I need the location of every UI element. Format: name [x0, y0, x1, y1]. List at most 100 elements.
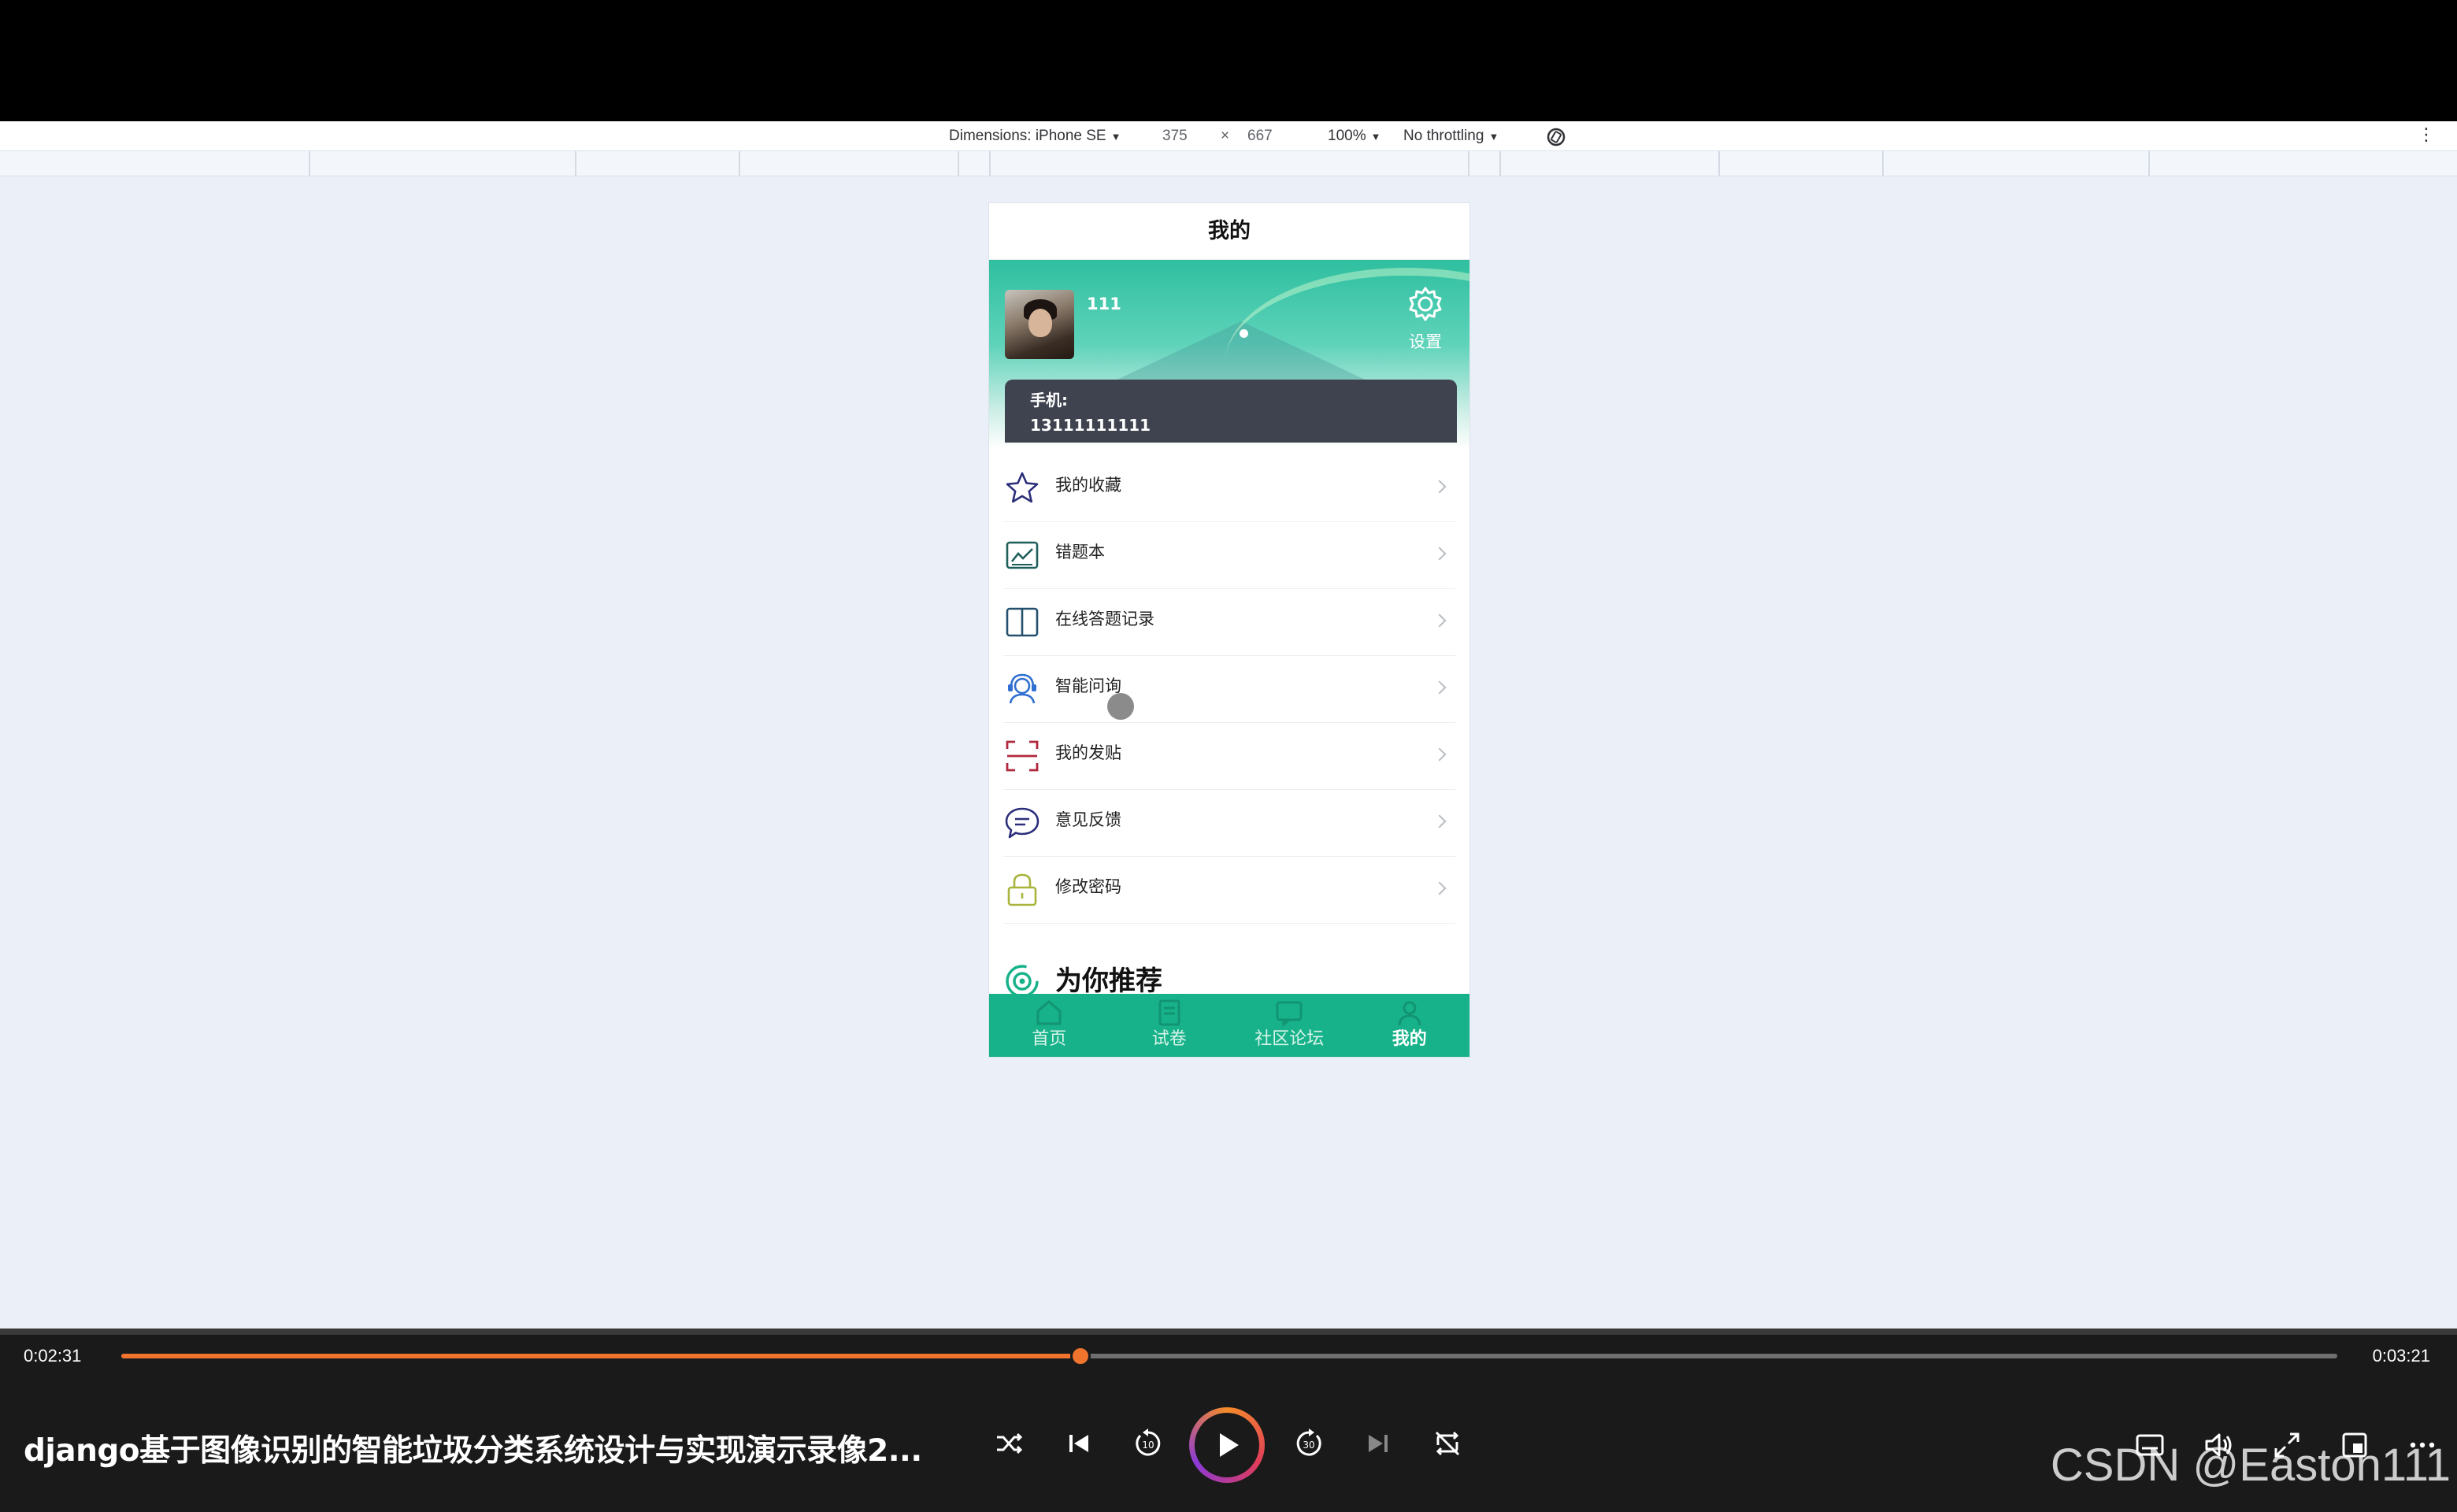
gear-icon — [1409, 287, 1442, 321]
phone-label: 手机: — [1030, 391, 1068, 410]
phone-value: 13111111111 — [1030, 416, 1151, 435]
header-star-decoration — [1240, 329, 1248, 338]
menu-item-my-posts[interactable]: 我的发贴 — [1003, 723, 1455, 790]
profile-header: 111 设置 手机: 13111111111 — [989, 260, 1469, 449]
mouse-cursor — [1107, 693, 1134, 720]
height-input[interactable]: 667 — [1247, 121, 1273, 151]
previous-button[interactable] — [1057, 1421, 1101, 1466]
forward-label: 30 — [1303, 1440, 1314, 1451]
support-agent-icon — [1008, 673, 1036, 704]
rewind-10-button[interactable]: 10 — [1126, 1421, 1170, 1466]
phone-info-card: 手机: 13111111111 — [1005, 380, 1457, 443]
menu-item-label: 我的发贴 — [1055, 743, 1121, 762]
rewind-label: 10 — [1142, 1440, 1154, 1451]
settings-label: 设置 — [1409, 332, 1442, 351]
ruler-tick — [739, 151, 740, 176]
player-top-border — [0, 1329, 2457, 1335]
play-button-inner — [1195, 1413, 1259, 1477]
skip-next-icon — [1369, 1435, 1388, 1452]
menu-item-label: 修改密码 — [1055, 877, 1121, 896]
bottom-tab-bar: 首页 试卷 社区论坛 我的 — [989, 994, 1469, 1057]
phone-screen: 我的 111 设置 手机: 13111111111 我的收藏 错题本 在线答题记… — [989, 203, 1469, 1057]
ruler-tick — [2148, 151, 2150, 176]
lock-icon — [1007, 873, 1037, 906]
star-icon — [1006, 472, 1039, 503]
ruler-tick — [1468, 151, 1469, 176]
menu-item-label: 我的收藏 — [1055, 476, 1121, 495]
menu-item-smart-inquiry[interactable]: 智能问询 — [1003, 656, 1455, 723]
paper-icon — [1158, 999, 1180, 1026]
current-time: 0:02:31 — [24, 1346, 82, 1366]
scan-icon — [1006, 740, 1039, 772]
ruler-tick — [309, 151, 310, 176]
zoom-dropdown[interactable]: 100% ▼ — [1328, 121, 1380, 151]
ruler-tick — [958, 151, 959, 176]
tab-label: 我的 — [1392, 1029, 1427, 1049]
chevron-right-icon — [1432, 547, 1447, 561]
menu-item-label: 意见反馈 — [1055, 810, 1121, 829]
throttling-label: No throttling — [1403, 128, 1484, 144]
screen-root: Dimensions: iPhone SE ▼ 375 × 667 100% ▼ N… — [0, 0, 2457, 1512]
menu-item-answer-records[interactable]: 在线答题记录 — [1003, 589, 1455, 656]
avatar-face — [1028, 309, 1052, 337]
ruler-tick — [1499, 151, 1501, 176]
ruler-tick — [1882, 151, 1884, 176]
tab-home[interactable]: 首页 — [989, 994, 1110, 1057]
forward-30-button[interactable]: 30 — [1287, 1421, 1331, 1466]
throttling-dropdown[interactable]: No throttling ▼ — [1403, 121, 1499, 151]
tab-mine[interactable]: 我的 — [1350, 994, 1470, 1057]
progress-bar[interactable] — [121, 1346, 2337, 1366]
user-icon — [1398, 1001, 1421, 1026]
devtools-device-toolbar: Dimensions: iPhone SE ▼ 375 × 667 100% ▼ N… — [0, 121, 2457, 151]
username: 111 — [1087, 295, 1121, 313]
zoom-label: 100% — [1328, 128, 1366, 144]
forum-icon — [1276, 1001, 1303, 1028]
chevron-right-icon — [1432, 814, 1447, 828]
play-icon — [1220, 1433, 1239, 1457]
watermark: CSDN @Easton111 — [2050, 1440, 2451, 1491]
menu-item-favorites[interactable]: 我的收藏 — [1003, 455, 1455, 522]
more-options-icon[interactable]: ⋮ — [2418, 124, 2435, 146]
chevron-right-icon — [1432, 747, 1447, 762]
tab-forum[interactable]: 社区论坛 — [1229, 994, 1350, 1057]
tab-label: 试卷 — [1151, 1029, 1187, 1049]
menu-item-change-password[interactable]: 修改密码 — [1003, 857, 1455, 924]
menu-item-label: 在线答题记录 — [1055, 610, 1154, 628]
caret-down-icon: ▼ — [1110, 131, 1121, 143]
book-icon — [1006, 607, 1039, 637]
fast-forward-icon: 30 — [1296, 1429, 1321, 1456]
caret-down-icon: ▼ — [1488, 131, 1499, 143]
shuffle-button[interactable] — [988, 1421, 1032, 1466]
menu-item-wrong-questions[interactable]: 错题本 — [1003, 522, 1455, 589]
progress-fill — [121, 1354, 1081, 1358]
menu-item-feedback[interactable]: 意见反馈 — [1003, 790, 1455, 857]
play-button[interactable] — [1189, 1407, 1265, 1483]
dimensions-dropdown[interactable]: Dimensions: iPhone SE ▼ — [949, 121, 1121, 151]
loop-button[interactable] — [1425, 1421, 1469, 1466]
width-input[interactable]: 375 — [1162, 121, 1188, 151]
settings-button[interactable]: 设置 — [1400, 284, 1451, 353]
tab-label: 首页 — [1032, 1029, 1067, 1049]
avatar[interactable] — [1005, 290, 1074, 359]
total-time: 0:03:21 — [2372, 1346, 2430, 1366]
top-letterbox — [0, 0, 2457, 121]
progress-handle[interactable] — [1070, 1346, 1091, 1366]
rotate-icon[interactable] — [1545, 126, 1567, 148]
chart-icon — [1006, 541, 1039, 569]
chevron-right-icon — [1432, 480, 1447, 494]
video-title: django基于图像识别的智能垃圾分类系统设计与实现演示录像2... — [24, 1433, 922, 1469]
skip-previous-icon — [1069, 1435, 1088, 1452]
profile-menu: 我的收藏 错题本 在线答题记录 智能问询 我的发贴 意见反馈 修改密码 — [1003, 455, 1455, 924]
media-query-ruler — [0, 151, 2457, 176]
rewind-icon: 10 — [1136, 1429, 1161, 1456]
chevron-right-icon — [1432, 881, 1447, 895]
chevron-right-icon — [1432, 613, 1447, 628]
tab-papers[interactable]: 试卷 — [1110, 994, 1230, 1057]
tab-label: 社区论坛 — [1254, 1029, 1325, 1049]
home-icon — [1036, 1000, 1062, 1025]
shuffle-icon — [997, 1432, 1023, 1455]
ruler-tick — [989, 151, 991, 176]
chat-bubble-icon — [1005, 807, 1040, 839]
ruler-tick — [575, 151, 576, 176]
next-button[interactable] — [1356, 1421, 1400, 1466]
